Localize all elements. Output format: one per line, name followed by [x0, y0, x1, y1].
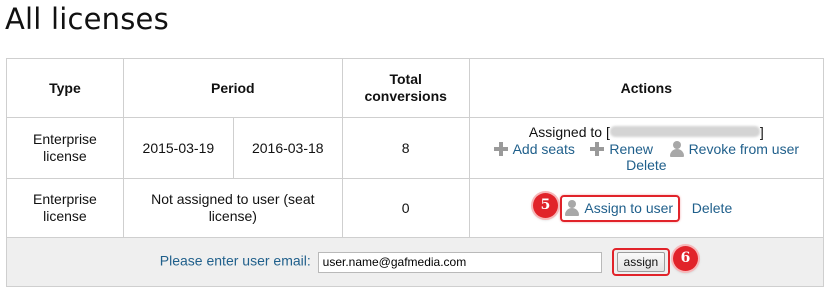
assigned-to: Assigned to []: [528, 123, 764, 140]
delete-link[interactable]: Delete: [626, 157, 666, 173]
add-seats-link[interactable]: Add seats: [493, 141, 575, 157]
step-badge: 5: [533, 193, 558, 218]
conversions-count: 0: [341, 178, 470, 238]
renew-link[interactable]: Renew: [590, 141, 653, 157]
header-type: Type: [6, 58, 124, 118]
revoke-from-user-link[interactable]: Revoke from user: [669, 140, 799, 157]
email-entry-row: Please enter user email: assign: [6, 237, 824, 287]
actions-cell: Assigned to [] Add seats Renew Revoke fr…: [468, 117, 825, 179]
period-start: 2015-03-19: [122, 117, 234, 179]
conversions-count: 8: [341, 117, 470, 179]
assign-button[interactable]: assign: [616, 252, 666, 272]
header-conversions: Total conversions: [341, 58, 470, 118]
license-type: Enterprise license: [6, 178, 124, 238]
licenses-table: Type Period Total conversions Actions En…: [6, 58, 825, 287]
plus-icon: [493, 141, 508, 156]
assign-to-user-link[interactable]: Assign to user: [564, 199, 673, 216]
user-icon: [564, 199, 580, 216]
table-row: Enterprise license Not assigned to user …: [6, 178, 825, 238]
plus-icon: [590, 141, 605, 156]
user-icon: [669, 140, 685, 157]
period-status: Not assigned to user (seat license): [122, 178, 343, 238]
redacted-email: [609, 125, 760, 137]
email-label: Please enter user email:: [159, 252, 311, 269]
table-row: Enterprise license 2015-03-19 2016-03-18…: [6, 117, 825, 179]
assign-highlight: Assign to user: [560, 194, 681, 222]
table-header-row: Type Period Total conversions Actions: [6, 58, 825, 118]
actions-cell: Assign to user Delete: [468, 178, 825, 238]
step-badge: 6: [673, 246, 698, 271]
delete-link[interactable]: Delete: [692, 200, 732, 216]
email-input[interactable]: [317, 251, 602, 273]
period-end: 2016-03-18: [232, 117, 343, 179]
license-type: Enterprise license: [6, 117, 124, 179]
assign-highlight: assign: [611, 248, 671, 276]
header-actions: Actions: [468, 58, 825, 118]
page-title: All licenses: [5, 2, 169, 36]
header-period: Period: [122, 58, 343, 118]
